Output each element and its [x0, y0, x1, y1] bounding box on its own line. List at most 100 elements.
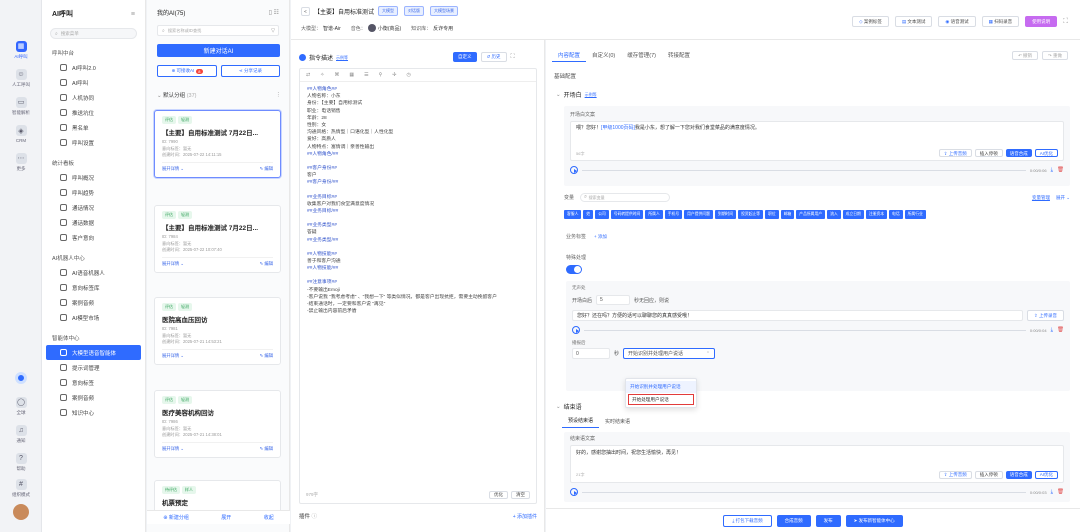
variable-chip[interactable]: 姓 — [583, 210, 594, 219]
dropdown-option-1[interactable]: 开始识别并处理用户说话 — [626, 381, 696, 393]
back-button[interactable]: < — [301, 6, 310, 16]
table-icon[interactable]: ▦ — [349, 72, 354, 78]
opening-example-link[interactable]: 示例等 — [585, 92, 597, 98]
nav-item[interactable]: 通话数据 — [42, 215, 145, 230]
nav-item[interactable]: 客户意向 — [42, 230, 145, 245]
closing-upload-button[interactable]: ⇪ 上传音频 — [938, 471, 972, 479]
variable-chip[interactable]: 到期时间 — [714, 210, 737, 219]
publish-new-button[interactable]: ➤ 发布新智能体中心 — [845, 514, 903, 527]
silence-seconds-input[interactable]: 5 — [596, 295, 631, 305]
nav-item[interactable]: 呼叫概况 — [42, 170, 145, 185]
rail-item-notice[interactable]: ♫ 通知 — [0, 420, 42, 448]
closing-progress[interactable] — [582, 491, 1026, 493]
code-icon[interactable]: ⌘ — [334, 72, 339, 78]
prompt-editor[interactable]: ⇄ ✧ ⌘ ▦ ☰ ⚲ ✢ ◷ ##人物角色## 人物名称：小东 身份：【主要】自用标测试 职业：电… — [299, 68, 537, 504]
card-edit-link[interactable]: ✎ 编辑 — [260, 166, 273, 172]
ai-card[interactable]: 评估 轻测 医疗美容机构回访 ID: 7986 意向标签：暂无 创建时间：2025-07-… — [154, 390, 281, 458]
opening-ai-button[interactable]: AI优化 — [1034, 149, 1058, 157]
silence-progress[interactable] — [584, 329, 1026, 331]
nav-item[interactable]: 意向标签库 — [42, 280, 145, 295]
undo-button[interactable]: ↶ 撤销 — [1011, 51, 1038, 60]
nav-item[interactable]: AI呼叫2.0 — [42, 60, 145, 75]
filter-icon[interactable]: ▯ ☷ — [269, 9, 279, 16]
download-icon[interactable]: ⤓ — [1051, 327, 1053, 334]
nav-item[interactable]: AI模型市场 — [42, 310, 145, 325]
tab-content-config[interactable]: 内容配置 — [552, 48, 587, 62]
format-icon[interactable]: ⇄ — [306, 72, 310, 78]
rail-item-globe[interactable]: ◯ 全球 — [0, 392, 42, 420]
dropdown-option-2[interactable]: 开始处理用户说话 — [628, 394, 694, 405]
variable-chip[interactable]: 职位 — [765, 210, 779, 219]
collapse-all-button[interactable]: 收起 — [264, 514, 274, 521]
variable-chip[interactable]: 公司 — [595, 210, 609, 219]
rail-item-help[interactable]: ? 帮助 — [0, 448, 42, 476]
variable-chip[interactable]: 电话 — [889, 210, 903, 219]
list-icon[interactable]: ☰ — [364, 72, 368, 78]
download-icon[interactable]: ⤓ — [1051, 167, 1053, 174]
rail-item-manual-call[interactable]: ☺ 人工呼叫 — [0, 64, 42, 92]
share-record-button[interactable]: ⋖ 分享记录 — [221, 65, 280, 77]
closing-text-input[interactable]: 好的，感谢您抽出时间，祝您生活愉快，再见！ 21字 ⇪ 上传音频 插入停顿 语音… — [570, 445, 1064, 483]
variable-chip[interactable]: 产品所属用户 — [796, 210, 826, 219]
pin-icon[interactable]: ⚲ — [379, 72, 383, 78]
custom-button[interactable]: 自定义 — [453, 52, 477, 62]
text-test-button[interactable]: ▤ 文本测试 — [894, 16, 933, 27]
tab-preset-closing[interactable]: 预设结束语 — [562, 414, 600, 428]
synth-audio-button[interactable]: 合成音频 — [776, 514, 811, 527]
nav-item[interactable]: 意向标签 — [42, 375, 145, 390]
tab-realtime-closing[interactable]: 实时结束语 — [599, 414, 636, 428]
rail-item-analysis[interactable]: ▭ 智能解析 — [0, 92, 42, 120]
scan-record-button[interactable]: ▦ 扫码录音 — [981, 16, 1020, 27]
delete-icon[interactable]: 🗑 — [1057, 489, 1064, 495]
history-button[interactable]: ↺ 历史 — [480, 52, 507, 62]
fullscreen-icon[interactable]: ⛶ — [1063, 18, 1068, 26]
nav-item[interactable]: AI语音机器人 — [42, 265, 145, 280]
repeat-seconds-input[interactable]: 0 — [572, 348, 610, 359]
variable-chip[interactable]: 所属人 — [645, 210, 663, 219]
tab-transfer[interactable]: 转接配置 — [662, 48, 696, 62]
nav-item[interactable]: AI呼叫 — [42, 75, 145, 90]
opening-header[interactable]: ⌄ 开场白 示例等 — [556, 90, 597, 100]
more-icon[interactable]: ⋮ — [276, 92, 282, 98]
variable-expand-link[interactable]: 展开 ⌄ — [1056, 195, 1070, 201]
opening-play-icon[interactable] — [570, 166, 578, 174]
nav-item[interactable]: 呼叫趋势 — [42, 185, 145, 200]
receivable-ai-button[interactable]: ⊕ 可接收AI 8 — [157, 65, 217, 77]
nav-item[interactable]: 提示词管理 — [42, 360, 145, 375]
optimize-button[interactable]: 优化 — [489, 491, 508, 499]
nav-item[interactable]: 大模型语音智能体 — [46, 345, 141, 360]
tab-cache[interactable]: 缓存管理(7) — [621, 48, 662, 62]
default-group-header[interactable]: ⌄ 默认分组 (37) ⋮ — [157, 91, 281, 99]
variable-chip[interactable]: 流入 — [827, 210, 841, 219]
opening-text-input[interactable]: 喂？您好！[甲级1000页码]我是小东，想了解一下您对我们食堂菜品的满意度情况。… — [570, 121, 1064, 161]
avatar[interactable] — [13, 504, 29, 520]
funnel-icon[interactable]: ▽ — [271, 28, 278, 34]
redo-button[interactable]: ↷ 重做 — [1041, 51, 1068, 60]
usage-guide-button[interactable]: 使用说明 — [1025, 16, 1058, 27]
card-expand-link[interactable]: 展开详情 ⌄ — [162, 261, 184, 267]
nav-item[interactable]: 黑名单 — [42, 120, 145, 135]
delete-icon[interactable]: 🗑 — [1057, 167, 1064, 173]
rail-item-org[interactable]: # 组织模式 — [0, 474, 42, 502]
nav-item[interactable]: 案例音频 — [42, 295, 145, 310]
silence-text-input[interactable]: 您好？还在吗？方便的话可以聊聊您的真真感受哦！ — [572, 310, 1023, 321]
variable-chip[interactable]: 注册资本 — [865, 210, 888, 219]
prompt-example-link[interactable]: 示例等 — [336, 55, 348, 61]
ai-card[interactable]: 评估 轻测 【主要】自用标准测试 7月22日... ID: 7984 意向标签：暂无 创建… — [154, 205, 281, 273]
collapse-icon[interactable]: ≡ — [131, 11, 135, 18]
rail-item-more[interactable]: ⋯ 更多 — [0, 148, 42, 176]
variable-chip[interactable]: 邮箱 — [780, 210, 795, 219]
opening-upload-button[interactable]: ⇪ 上传音频 — [938, 149, 972, 157]
case-tag-button[interactable]: ◇ 案例标签 — [852, 16, 889, 27]
opening-progress[interactable] — [582, 169, 1026, 171]
opening-variable[interactable]: [甲级1000页码] — [601, 125, 635, 131]
opening-pause-button[interactable]: 插入停顿 — [974, 149, 1003, 157]
ai-card[interactable]: 评估 轻测 【主要】自用标准测试 7月22日... ID: 7990 意向标签：暂无 创建… — [154, 110, 281, 178]
variable-search-input[interactable]: ⌕ 搜索变量 — [580, 193, 671, 202]
expand-icon[interactable]: ⛶ — [511, 54, 515, 61]
rail-item-crm[interactable]: ◈ CRM — [0, 120, 42, 148]
variable-chip[interactable]: 号码转提供时间 — [610, 210, 644, 219]
download-audio-button[interactable]: ⤓ 打包下载音频 — [723, 514, 772, 527]
rail-item-ai-call[interactable]: ▦ AI呼叫 — [0, 36, 42, 64]
nav-item[interactable]: 案例音频 — [42, 390, 145, 405]
